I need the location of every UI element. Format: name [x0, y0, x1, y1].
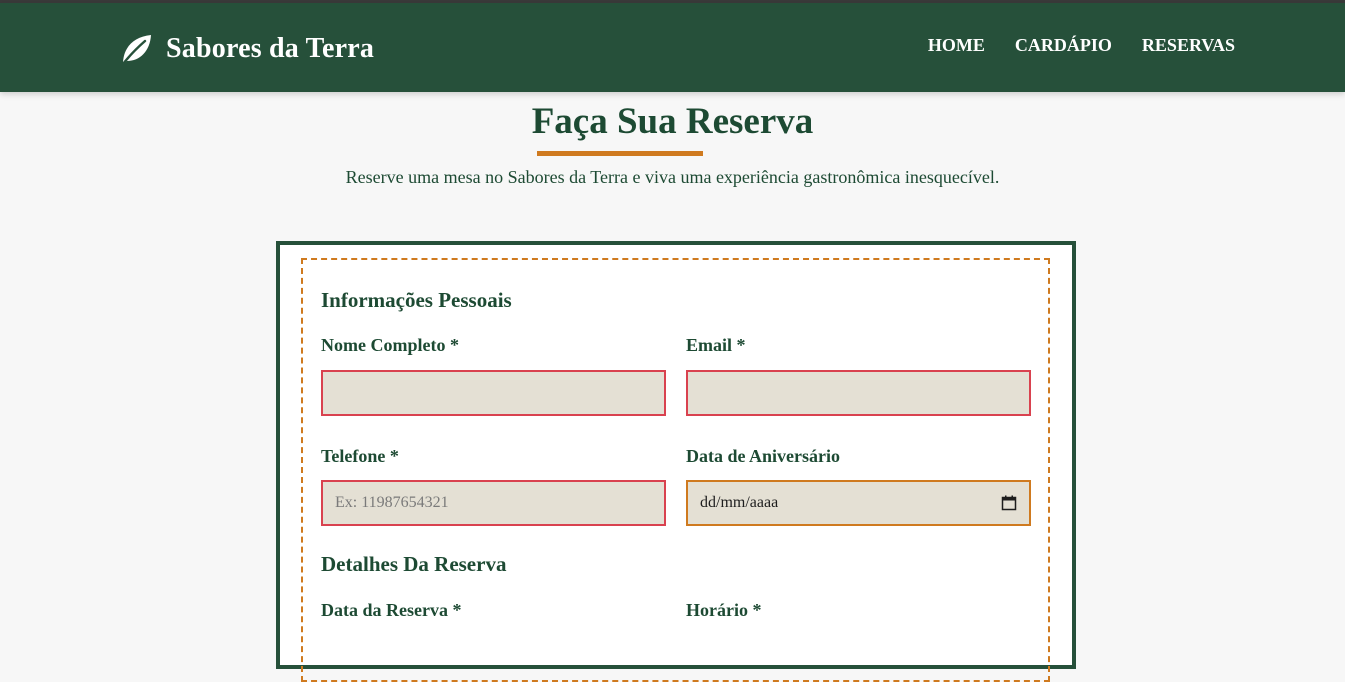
birthday-date-input[interactable]: dd/mm/aaaa — [686, 480, 1031, 526]
nav-item-reservas[interactable]: RESERVAS — [1142, 35, 1235, 56]
email-label: Email * — [686, 335, 746, 355]
title-underline — [537, 151, 703, 156]
email-input[interactable] — [686, 370, 1031, 416]
nav-item-home[interactable]: HOME — [928, 35, 985, 56]
name-label: Nome Completo * — [321, 335, 459, 355]
birthday-date-text: dd/mm/aaaa — [700, 494, 779, 511]
reservation-form: Informações Pessoais Nome Completo * Ema… — [301, 258, 1050, 682]
leaf-icon — [118, 31, 154, 67]
reservation-form-card: Informações Pessoais Nome Completo * Ema… — [276, 241, 1076, 682]
section-title-personal: Informações Pessoais — [321, 288, 512, 312]
main-nav: HOME CARDÁPIO RESERVAS — [928, 35, 1235, 56]
name-input[interactable] — [321, 370, 666, 416]
section-title-reservation: Detalhes Da Reserva — [321, 552, 507, 576]
phone-input[interactable] — [321, 480, 666, 526]
site-header: Sabores da Terra HOME CARDÁPIO RESERVAS — [0, 3, 1345, 92]
phone-label: Telefone * — [321, 446, 399, 466]
reservation-time-label: Horário * — [686, 600, 762, 620]
calendar-icon[interactable] — [1001, 495, 1017, 511]
brand-name: Sabores da Terra — [166, 33, 375, 64]
birthday-label: Data de Aniversário — [686, 446, 840, 466]
reservation-date-label: Data da Reserva * — [321, 600, 462, 620]
page-title: Faça Sua Reserva — [531, 101, 814, 142]
page-subtitle: Reserve uma mesa no Sabores da Terra e v… — [345, 167, 1000, 187]
nav-item-cardapio[interactable]: CARDÁPIO — [1015, 35, 1112, 56]
brand[interactable]: Sabores da Terra — [118, 29, 374, 69]
